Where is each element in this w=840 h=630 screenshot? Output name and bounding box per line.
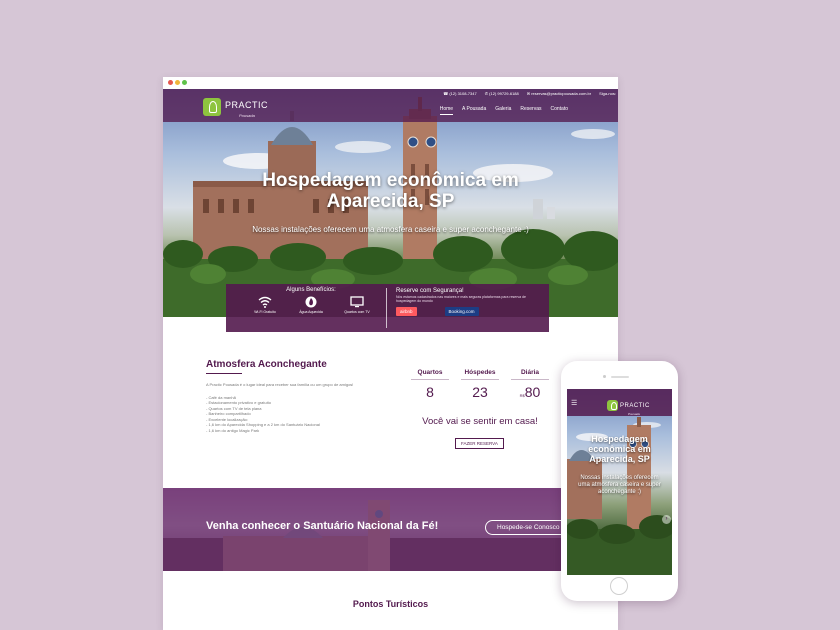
stat-hospedes: Hóspedes 23 <box>461 369 499 400</box>
benefits-list: Alguns Benefícios: Wi-Fi Gratuito Água A… <box>246 287 376 314</box>
tourist-points-title: Pontos Turísticos <box>352 599 429 609</box>
hero-title: Hospedagem econômica em Aparecida, SP <box>163 170 618 212</box>
amenities-list: - Café da manhã - Estacionamento privati… <box>206 395 371 434</box>
hero-title-line-1: Hospedagem econômica em <box>262 170 519 191</box>
site-logo[interactable]: PRACTIC Pousada <box>203 95 268 118</box>
hero-subtitle: Nossas instalações oferecem uma atmosfer… <box>252 225 529 234</box>
about-title: Atmosfera Aconchegante <box>206 359 327 370</box>
benefit-tv: Quartos com TV <box>338 296 376 314</box>
stat-diaria: Diária R$80 <box>511 369 549 400</box>
minimize-dot-icon[interactable] <box>175 80 180 85</box>
mobile-hero-subtitle: Nossas instalações oferecem uma atmosfer… <box>578 475 661 495</box>
stats-row: Quartos 8 Hóspedes 23 Diária R$80 <box>411 369 549 400</box>
list-item: - 1,6 km do antigo Magic Park <box>206 427 260 433</box>
phone-mockup: ☰ PRACTIC Pousada Hospedagem econômica e… <box>561 361 678 601</box>
pear-logo-icon <box>203 97 221 116</box>
airbnb-badge[interactable]: airbnb <box>396 307 417 316</box>
nav-home[interactable]: Home <box>439 106 454 115</box>
banner-title: Venha conhecer o Santuário Nacional da F… <box>206 520 439 532</box>
wifi-icon <box>258 296 272 308</box>
price-value: 80 <box>524 384 541 400</box>
secure-text: Nós estamos cadastrados nas maiores e ma… <box>396 295 526 303</box>
about-text: A Practic Pousada é o lugar ideal para r… <box>206 382 354 387</box>
benefit-hot-water: Água Aquecida <box>292 296 330 314</box>
header-contacts: ☎ (12) 3108-7347 ✆ (12) 99729-6188 ✉ res… <box>443 91 616 96</box>
hero-title-line-2: Aparecida, SP <box>326 191 455 212</box>
benefits-box: Alguns Benefícios: Wi-Fi Gratuito Água A… <box>226 284 549 332</box>
about-underline <box>206 373 242 374</box>
nav-contato[interactable]: Contato <box>550 106 568 115</box>
mobile-logo[interactable]: PRACTIC Pousada <box>607 394 650 416</box>
close-dot-icon[interactable] <box>168 80 173 85</box>
benefit-wifi: Wi-Fi Gratuito <box>246 296 284 314</box>
hamburger-menu-icon[interactable]: ☰ <box>571 399 577 407</box>
hero-section: PRACTIC Pousada ☎ (12) 3108-7347 ✆ (12) … <box>163 89 618 317</box>
phone-1[interactable]: ☎ (12) 3108-7347 <box>443 91 476 96</box>
nav-galeria[interactable]: Galeria <box>495 106 511 115</box>
mobile-hero-title: Hospedagem econômica em Aparecida, SP <box>588 434 651 464</box>
flame-icon <box>305 296 317 308</box>
about-section: Atmosfera Aconchegante A Practic Pousada… <box>206 359 371 433</box>
nav-pousada[interactable]: A Pousada <box>462 106 486 115</box>
tv-icon <box>350 296 364 308</box>
secure-title: Reserve com Segurança! <box>396 288 464 294</box>
phone-2[interactable]: ✆ (12) 99729-6188 <box>485 91 519 96</box>
pear-logo-icon <box>607 399 618 411</box>
mobile-header: ☰ PRACTIC Pousada <box>567 389 672 416</box>
carousel-next-icon[interactable]: › <box>662 515 671 524</box>
benefits-title: Alguns Benefícios: <box>286 287 336 293</box>
desktop-browser-mockup: PRACTIC Pousada ☎ (12) 3108-7347 ✆ (12) … <box>163 77 618 630</box>
tagline: Você vai se sentir em casa! <box>422 416 538 427</box>
book-now-button[interactable]: FAZER RESERVA <box>455 438 504 449</box>
nav-reservas[interactable]: Reservas <box>520 106 541 115</box>
email-link[interactable]: ✉ reservas@practicpousada.com.br <box>527 91 591 96</box>
sanctuary-banner: Venha conhecer o Santuário Nacional da F… <box>163 488 618 571</box>
stay-with-us-button[interactable]: Hospede-se Conosco <box>485 520 569 535</box>
logo-subtitle: Pousada <box>239 113 255 118</box>
browser-chrome <box>163 77 618 89</box>
benefits-divider <box>386 288 387 328</box>
site-header: PRACTIC Pousada ☎ (12) 3108-7347 ✆ (12) … <box>163 89 618 122</box>
phone-screen: ☰ PRACTIC Pousada Hospedagem econômica e… <box>567 389 672 575</box>
camera-icon <box>603 375 606 378</box>
home-button[interactable] <box>610 577 628 595</box>
speaker-icon <box>611 376 629 378</box>
logo-name: PRACTIC <box>225 100 269 110</box>
main-nav: Home A Pousada Galeria Reservas Contato <box>439 106 568 115</box>
secure-booking: Reserve com Segurança! Nós estamos cadas… <box>396 288 541 316</box>
booking-badge[interactable]: Booking.com <box>444 307 479 316</box>
maximize-dot-icon[interactable] <box>182 80 187 85</box>
stat-quartos: Quartos 8 <box>411 369 449 400</box>
social-label: Siga-nos: <box>599 91 616 96</box>
